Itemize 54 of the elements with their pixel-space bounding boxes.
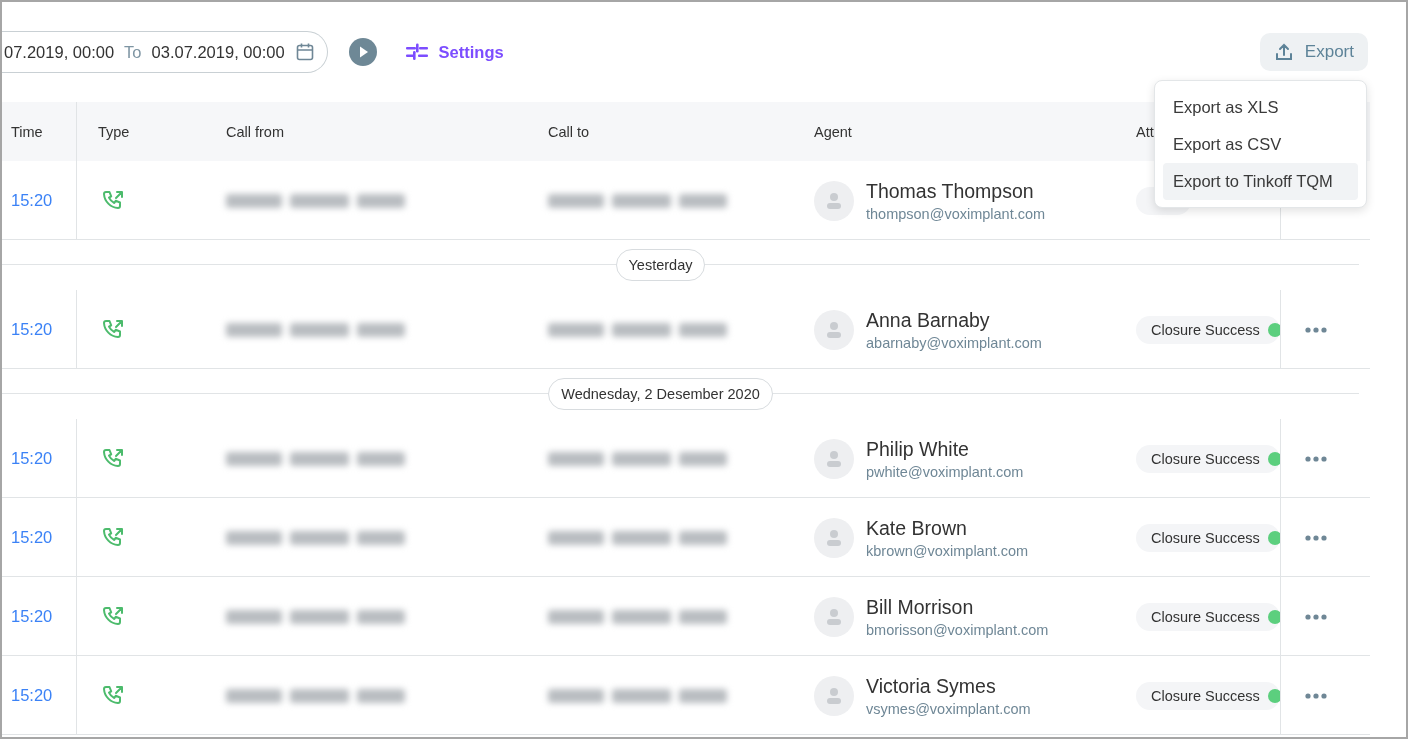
- agent-email: abarnaby@voximplant.com: [866, 334, 1042, 351]
- avatar-icon: [814, 675, 854, 716]
- to-label: To: [124, 42, 142, 62]
- agent-name: Kate Brown: [866, 516, 968, 540]
- export-menu-item[interactable]: Export as CSV: [1163, 126, 1358, 163]
- column-header: Call from: [226, 123, 284, 140]
- export-menu-item[interactable]: Export to Tinkoff TQM: [1163, 163, 1358, 200]
- upload-icon: [1273, 42, 1294, 62]
- date-to: 03.07.2019, 00:00: [151, 42, 285, 62]
- status-tag: Closure Success: [1136, 444, 1280, 473]
- export-button[interactable]: Export: [1259, 33, 1368, 71]
- more-icon[interactable]: [1304, 613, 1327, 620]
- settings-button[interactable]: Settings: [404, 42, 504, 62]
- date-divider-pill: Yesterday: [615, 249, 706, 281]
- status-tag: Closure Success: [1136, 315, 1280, 344]
- column-header: Time: [11, 123, 43, 140]
- avatar-icon: [814, 517, 854, 558]
- avatar-icon: [814, 309, 854, 350]
- column-header: Type: [98, 123, 130, 140]
- more-icon[interactable]: [1304, 692, 1327, 699]
- more-icon[interactable]: [1304, 534, 1327, 541]
- agent-email: kbrown@voximplant.com: [866, 542, 1029, 559]
- agent-name: Victoria Symes: [866, 674, 997, 698]
- more-icon[interactable]: [1304, 455, 1327, 462]
- call-time[interactable]: 15:20: [11, 319, 53, 339]
- call-time[interactable]: 15:20: [11, 527, 53, 547]
- status-tag: Closure Success: [1136, 523, 1280, 552]
- export-menu-item[interactable]: Export as XLS: [1163, 89, 1358, 126]
- status-tag: Closure Success: [1136, 681, 1280, 710]
- play-button[interactable]: [348, 38, 377, 66]
- agent-email: thompson@voximplant.com: [866, 205, 1046, 222]
- agent-name: Philip White: [866, 437, 970, 461]
- agent-email: pwhite@voximplant.com: [866, 463, 1024, 480]
- date-divider-pill: Wednesday, 2 Desember 2020: [548, 378, 773, 410]
- call-time[interactable]: 15:20: [11, 190, 53, 210]
- status-tag: Closure Success: [1136, 602, 1280, 631]
- agent-name: Thomas Thompson: [866, 179, 1035, 203]
- avatar-icon: [814, 180, 854, 221]
- call-time[interactable]: 15:20: [11, 685, 53, 705]
- column-header: Call to: [548, 123, 590, 140]
- agent-email: bmorisson@voximplant.com: [866, 621, 1049, 638]
- avatar-icon: [814, 438, 854, 479]
- avatar-icon: [814, 596, 854, 637]
- agent-name: Anna Barnaby: [866, 308, 991, 332]
- date-from: 07.2019, 00:00: [4, 42, 115, 62]
- agent-email: vsymes@voximplant.com: [866, 700, 1031, 717]
- calendar-icon[interactable]: [294, 42, 315, 62]
- more-icon[interactable]: [1304, 326, 1327, 333]
- column-header: Att: [1136, 123, 1154, 140]
- call-time[interactable]: 15:20: [11, 448, 53, 468]
- column-header: Agent: [814, 123, 852, 140]
- call-time[interactable]: 15:20: [11, 606, 53, 626]
- sliders-icon: [404, 42, 429, 62]
- agent-name: Bill Morrison: [866, 595, 975, 619]
